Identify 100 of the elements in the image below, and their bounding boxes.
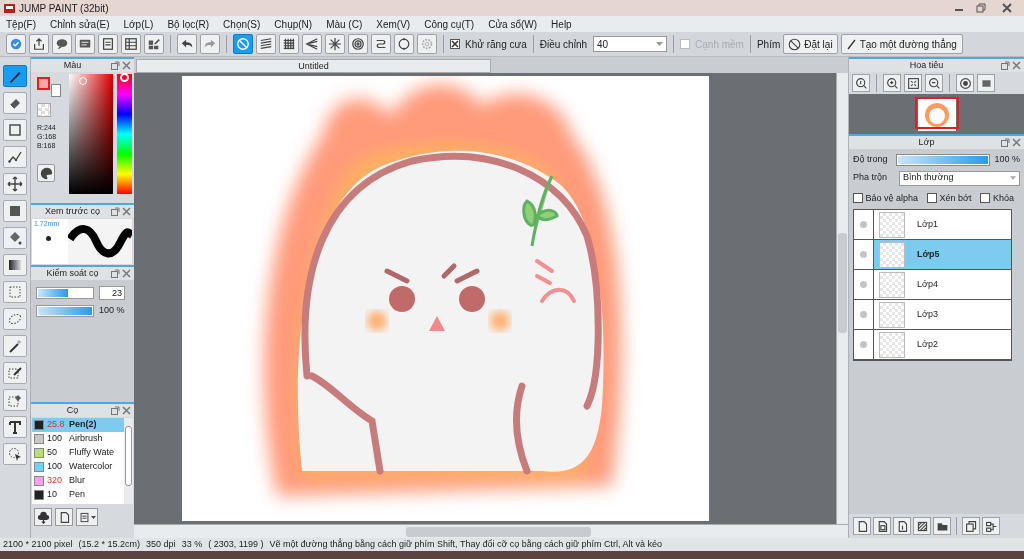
new-brush-button[interactable] [55, 508, 73, 526]
reset-button[interactable]: Đặt lại [783, 34, 838, 54]
background-color-swatch[interactable] [51, 84, 61, 97]
checkbox[interactable] [980, 193, 990, 204]
toolbar-button[interactable] [98, 34, 118, 54]
visibility-dot-icon[interactable] [860, 281, 867, 288]
brush-menu-button[interactable] [76, 508, 98, 526]
brush-list-item[interactable]: 50 Fluffy Wate [32, 446, 124, 460]
undock-icon[interactable] [1001, 61, 1010, 70]
layer-button[interactable] [933, 517, 951, 535]
layer-button[interactable] [962, 517, 980, 535]
toolbar-button[interactable] [256, 34, 276, 54]
layer-row[interactable]: Lớp1 [854, 210, 1011, 240]
toolbar-button[interactable] [233, 34, 253, 54]
undock-icon[interactable] [1001, 138, 1010, 147]
tool-button[interactable] [3, 443, 27, 465]
toolbar-button[interactable] [144, 34, 164, 54]
layer-row[interactable]: Lớp2 [854, 330, 1011, 360]
layer-button[interactable] [873, 517, 891, 535]
horizontal-scrollbar[interactable] [134, 524, 848, 538]
menu-item[interactable]: Bộ lọc(R) [167, 16, 210, 32]
visibility-dot-icon[interactable] [860, 311, 867, 318]
scrollbar-thumb[interactable] [125, 426, 132, 486]
menu-item[interactable]: Xem(V) [376, 16, 411, 32]
toolbar-button[interactable] [302, 34, 322, 54]
menu-item[interactable]: Chụp(N) [274, 16, 313, 32]
brush-list-item[interactable]: 100 Watercolor [32, 460, 124, 474]
scrollbar-thumb[interactable] [838, 233, 847, 333]
tool-button[interactable] [3, 65, 27, 87]
navigator-button[interactable] [956, 74, 974, 92]
toolbar-button[interactable] [52, 34, 72, 54]
brush-list-item[interactable]: 25.8 Pen(2) [32, 418, 124, 432]
tool-button[interactable] [3, 416, 27, 438]
tool-button[interactable] [3, 146, 27, 168]
checkbox[interactable] [927, 193, 937, 204]
slider-track[interactable] [36, 287, 94, 299]
menu-item[interactable]: Công cụ(T) [424, 16, 475, 32]
layer-button[interactable] [893, 517, 911, 535]
toolbar-button[interactable] [279, 34, 299, 54]
color-field[interactable] [69, 74, 113, 194]
toolbar-button[interactable] [177, 34, 197, 54]
tool-button[interactable] [3, 92, 27, 114]
toolbar-button[interactable] [371, 34, 391, 54]
canvas-thumbnail[interactable] [914, 97, 959, 131]
close-icon[interactable] [1002, 3, 1012, 13]
vertical-scrollbar[interactable] [836, 73, 848, 524]
brush-list-item[interactable]: 10 Pen [32, 488, 124, 502]
undock-icon[interactable] [111, 207, 120, 216]
layer-row[interactable]: Lớp5 [854, 240, 1011, 270]
foreground-color-swatch[interactable] [37, 77, 50, 90]
close-icon[interactable] [1012, 61, 1021, 70]
undock-icon[interactable] [111, 406, 120, 415]
tool-button[interactable] [3, 173, 27, 195]
tool-button[interactable] [3, 335, 27, 357]
layer-button[interactable] [913, 517, 931, 535]
menu-item[interactable]: Màu (C) [326, 16, 363, 32]
toolbar-button[interactable] [348, 34, 368, 54]
close-icon[interactable] [122, 406, 131, 415]
document-tab[interactable]: Untitled [136, 59, 491, 73]
layer-button[interactable] [982, 517, 1000, 535]
cloud-download-button[interactable] [34, 508, 52, 526]
vertical-scrollbar[interactable] [124, 418, 133, 504]
menu-item[interactable]: Cửa sổ(W) [488, 16, 538, 32]
transparent-swatch[interactable] [37, 103, 51, 117]
close-icon[interactable] [122, 61, 131, 70]
palette-button[interactable] [37, 164, 55, 182]
close-icon[interactable] [1012, 138, 1021, 147]
canvas[interactable] [182, 76, 709, 521]
close-icon[interactable] [122, 269, 131, 278]
tool-button[interactable] [3, 389, 27, 411]
menu-item[interactable]: Tệp(F) [6, 16, 36, 32]
value-field[interactable]: 23 [99, 286, 125, 300]
blend-mode-dropdown[interactable]: Bình thường [899, 170, 1020, 186]
checkbox[interactable] [450, 39, 460, 49]
toolbar-button[interactable] [75, 34, 95, 54]
scrollbar-thumb[interactable] [406, 526, 591, 537]
brush-list-item[interactable]: 100 Airbrush [32, 432, 124, 446]
layer-row[interactable]: Lớp4 [854, 270, 1011, 300]
tool-button[interactable] [3, 254, 27, 276]
toolbar-button[interactable] [29, 34, 49, 54]
undock-icon[interactable] [111, 61, 120, 70]
toolbar-button[interactable] [325, 34, 345, 54]
hue-slider[interactable] [116, 74, 132, 194]
navigator-button[interactable] [883, 74, 901, 92]
navigator-button[interactable] [852, 74, 870, 92]
menu-item[interactable]: Chỉnh sửa(E) [50, 16, 110, 32]
toolbar-button[interactable] [121, 34, 141, 54]
visibility-dot-icon[interactable] [860, 221, 867, 228]
tool-button[interactable] [3, 362, 27, 384]
brush-list-item[interactable]: 320 Blur [32, 474, 124, 488]
menu-item[interactable]: Chọn(S) [223, 16, 261, 32]
navigator-button[interactable] [977, 74, 995, 92]
hue-handle[interactable] [119, 73, 129, 83]
tool-button[interactable] [3, 200, 27, 222]
menu-item[interactable]: Lớp(L) [123, 16, 154, 32]
tool-button[interactable] [3, 227, 27, 249]
adjust-dropdown[interactable]: 40 [593, 36, 668, 52]
visibility-dot-icon[interactable] [860, 341, 867, 348]
visibility-dot-icon[interactable] [860, 251, 867, 258]
navigator-button[interactable] [904, 74, 922, 92]
